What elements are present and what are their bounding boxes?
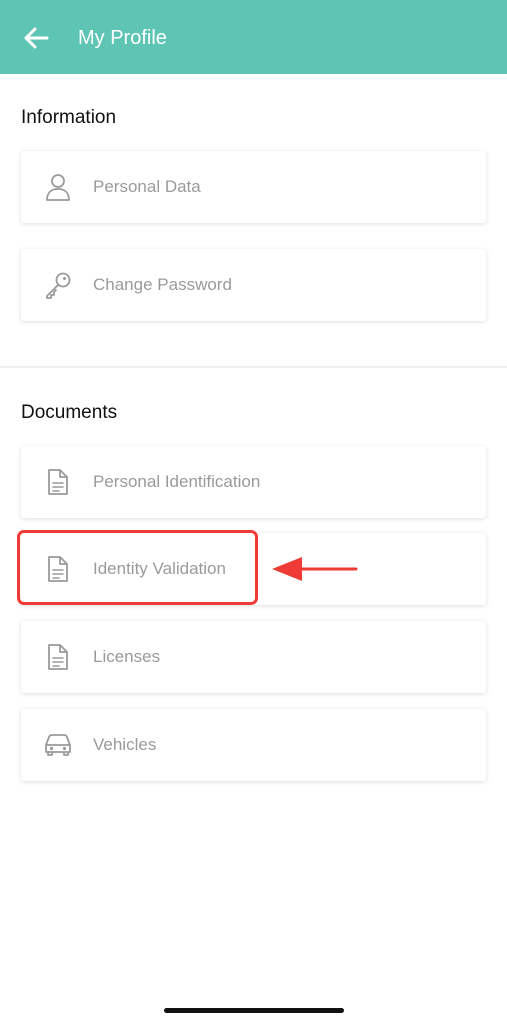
section-title-documents: Documents bbox=[21, 402, 118, 423]
menu-item-label: Personal Data bbox=[93, 177, 201, 196]
menu-item-vehicles[interactable]: Vehicles bbox=[21, 709, 486, 781]
menu-item-label: Vehicles bbox=[93, 735, 157, 754]
menu-item-personal-identification[interactable]: Personal Identification bbox=[21, 446, 486, 518]
document-icon bbox=[43, 554, 73, 584]
menu-item-change-password[interactable]: Change Password bbox=[21, 249, 486, 321]
menu-item-identity-validation[interactable]: Identity Validation bbox=[21, 533, 486, 605]
section-divider bbox=[0, 366, 507, 368]
menu-item-label: Licenses bbox=[93, 647, 161, 666]
document-icon bbox=[43, 642, 73, 672]
page-title: My Profile bbox=[78, 27, 167, 49]
menu-item-label: Personal Identification bbox=[93, 472, 261, 491]
menu-item-label: Identity Validation bbox=[93, 559, 226, 578]
arrow-left-icon bbox=[24, 27, 49, 49]
profile-screen: My Profile Information Personal Data Cha… bbox=[0, 0, 507, 1024]
car-icon bbox=[43, 730, 73, 760]
key-icon bbox=[43, 270, 73, 300]
menu-item-licenses[interactable]: Licenses bbox=[21, 621, 486, 693]
section-title-information: Information bbox=[21, 107, 117, 128]
app-header: My Profile bbox=[0, 0, 507, 74]
home-indicator bbox=[164, 1008, 344, 1013]
menu-item-personal-data[interactable]: Personal Data bbox=[21, 151, 486, 223]
menu-item-label: Change Password bbox=[93, 275, 232, 294]
user-icon bbox=[43, 172, 73, 202]
document-icon bbox=[43, 467, 73, 497]
back-button[interactable] bbox=[20, 23, 52, 53]
